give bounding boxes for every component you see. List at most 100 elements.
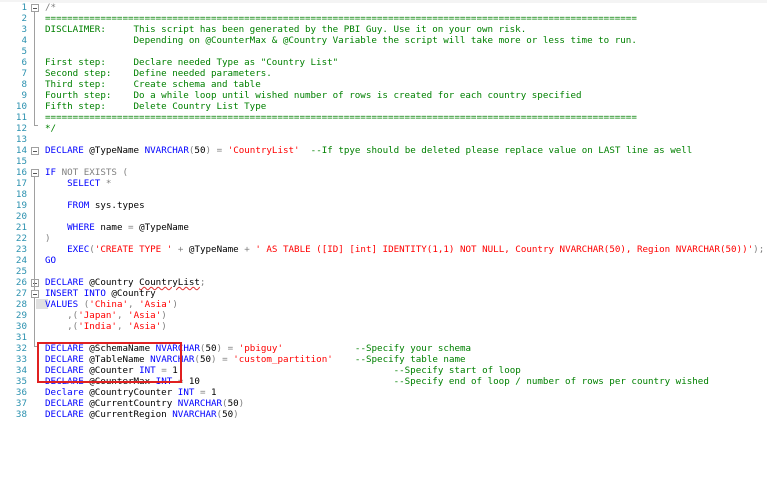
code-token: 50 — [194, 145, 206, 156]
code-token: ,( — [67, 321, 79, 332]
line-number: 16 — [15, 167, 27, 178]
code-line[interactable]: 19 FROM sys.types — [0, 200, 767, 211]
line-number: 15 — [15, 156, 27, 167]
code-token: @TypeName — [183, 244, 245, 255]
code-line[interactable]: 22) — [0, 233, 767, 244]
code-line[interactable]: 15 — [0, 156, 767, 167]
code-token: 50 — [222, 409, 234, 420]
code-line[interactable]: 11 ======================================… — [0, 112, 767, 123]
code-line[interactable]: 36 Declare @CountryCounter INT = 1 — [0, 387, 767, 398]
code-text: DISCLAIMER: This script has been generat… — [45, 24, 526, 35]
code-line[interactable]: 7 Second step: Define needed parameters. — [0, 68, 767, 79]
code-line[interactable]: 37 DECLARE @CurrentCountry NVARCHAR(50) — [0, 398, 767, 409]
line-number: 10 — [15, 101, 27, 112]
line-number: 31 — [15, 332, 27, 343]
code-token: @Country — [83, 277, 140, 288]
code-token: ) — [45, 233, 51, 244]
code-line[interactable]: 24 GO — [0, 255, 767, 266]
code-token: --Specify your schema — [354, 343, 472, 354]
code-token: WHERE — [67, 222, 95, 233]
code-token: 1 — [205, 387, 217, 398]
collapse-icon[interactable] — [31, 290, 39, 298]
code-line[interactable]: 21 WHERE name = @TypeName — [0, 222, 767, 233]
line-number: 23 — [15, 244, 27, 255]
code-text: WHERE name = @TypeName — [45, 222, 189, 233]
line-number: 33 — [15, 354, 27, 365]
code-text: DECLARE @CurrentCountry NVARCHAR(50) — [45, 398, 244, 409]
code-token: 'Asia' — [139, 299, 173, 310]
code-line[interactable]: 20 — [0, 211, 767, 222]
collapse-icon[interactable] — [31, 147, 39, 155]
highlight-box — [37, 342, 182, 383]
code-token: --If tpye should be deleted please repla… — [310, 145, 693, 156]
code-token: INT — [177, 387, 195, 398]
code-token: 50 — [205, 343, 217, 354]
code-token: SELECT — [67, 178, 101, 189]
code-text: Declare @CountryCounter INT = 1 — [45, 387, 217, 398]
code-line[interactable]: 23 EXEC('CREATE TYPE ' + @TypeName + ' A… — [0, 244, 767, 255]
code-line[interactable]: 28 VALUES ('China', 'Asia') — [0, 299, 767, 310]
code-token: ) — [233, 409, 239, 420]
collapse-icon[interactable] — [31, 169, 39, 177]
code-token: NOT EXISTS ( — [61, 167, 129, 178]
line-number: 18 — [15, 189, 27, 200]
code-token: /* — [45, 2, 57, 13]
code-line[interactable]: 29 ,('Japan', 'Asia') — [0, 310, 767, 321]
code-line[interactable]: 18 — [0, 189, 767, 200]
code-token: 'Japan' — [78, 310, 117, 321]
code-line[interactable]: 30 ,('India', 'Asia') — [0, 321, 767, 332]
code-line[interactable]: 25 — [0, 266, 767, 277]
code-token: ,( — [67, 310, 79, 321]
line-number: 36 — [15, 387, 27, 398]
line-number: 27 — [15, 288, 27, 299]
code-line[interactable]: 10 Fifth step: Delete Country List Type — [0, 101, 767, 112]
code-line[interactable]: 9 Fourth step: Do a while loop until wish… — [0, 90, 767, 101]
line-number: 37 — [15, 398, 27, 409]
code-token: Fifth step: Delete Country List Type — [45, 101, 267, 112]
code-token: */ — [45, 123, 57, 134]
line-number: 17 — [15, 178, 27, 189]
code-line[interactable]: 4 Depending on @CounterMax & @Country Va… — [0, 35, 767, 46]
code-token: ' AS TABLE ([ID] [int] IDENTITY(1,1) NOT… — [255, 244, 754, 255]
collapse-icon[interactable] — [31, 279, 39, 287]
code-line[interactable]: 2 =======================================… — [0, 13, 767, 24]
code-line[interactable]: 26 DECLARE @Country CountryList; — [0, 277, 767, 288]
code-line[interactable]: 13 — [0, 134, 767, 145]
code-text: ========================================… — [45, 112, 637, 123]
code-line[interactable]: 38 DECLARE @CurrentRegion NVARCHAR(50) — [0, 409, 767, 420]
code-token: NVARCHAR — [172, 409, 217, 420]
code-token: INSERT INTO — [45, 288, 106, 299]
code-token: 'CountryList' — [227, 145, 300, 156]
line-number: 21 — [15, 222, 27, 233]
code-token: Declare — [45, 387, 84, 398]
code-text: ,('Japan', 'Asia') — [45, 310, 167, 321]
code-line[interactable]: 3 DISCLAIMER: This script has been genera… — [0, 24, 767, 35]
collapse-icon[interactable] — [31, 4, 39, 12]
code-text: Third step: Create schema and table — [45, 79, 261, 90]
code-line[interactable]: 17 SELECT * — [0, 178, 767, 189]
code-line[interactable]: 6 First step: Declare needed Type as "Cou… — [0, 57, 767, 68]
code-line[interactable]: 1 /* — [0, 2, 767, 13]
code-line[interactable]: 27 INSERT INTO @Country — [0, 288, 767, 299]
code-line[interactable]: 5 — [0, 46, 767, 57]
code-token: DECLARE — [45, 398, 84, 409]
code-token: FROM — [67, 200, 90, 211]
line-number: 28 — [15, 299, 27, 310]
code-line[interactable]: 12 */ — [0, 123, 767, 134]
code-line[interactable]: 14 DECLARE @TypeName NVARCHAR(50) = 'Coun… — [0, 145, 767, 156]
code-text: FROM sys.types — [45, 200, 144, 211]
code-token: 10 — [183, 376, 394, 387]
code-line[interactable]: 8 Third step: Create schema and table — [0, 79, 767, 90]
code-token: 'Asia' — [128, 310, 162, 321]
code-token: 'India' — [78, 321, 117, 332]
code-line[interactable]: 16 IF NOT EXISTS ( — [0, 167, 767, 178]
code-token: EXEC — [67, 244, 90, 255]
code-token: ; — [199, 277, 206, 288]
sql-code-editor[interactable]: 1 /* 2 ====================================… — [0, 2, 767, 483]
line-number: 8 — [21, 79, 27, 90]
